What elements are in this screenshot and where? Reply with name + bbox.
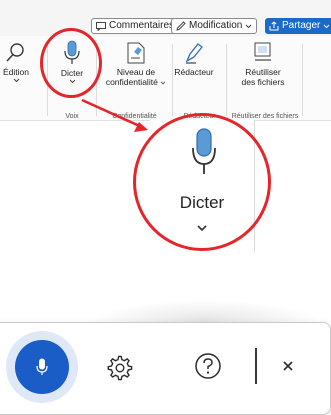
editor-icon	[185, 43, 203, 64]
editor-label: Rédacteur	[174, 67, 214, 77]
share-label: Partager	[282, 20, 321, 31]
modification-button[interactable]: Modification	[171, 18, 258, 34]
chevron-down-icon	[13, 78, 19, 83]
group-separator	[226, 44, 227, 116]
share-icon	[269, 21, 279, 31]
gear-icon[interactable]	[107, 355, 133, 381]
sensitivity-label-line2: confidentialité	[105, 77, 158, 87]
comments-button[interactable]: Commentaires	[91, 18, 180, 34]
group-separator	[302, 44, 303, 116]
reuse-files-icon	[254, 42, 271, 61]
comment-icon	[96, 21, 106, 31]
chevron-down-icon	[160, 81, 166, 85]
highlight-circle-small	[40, 28, 102, 98]
microphone-icon	[36, 358, 48, 375]
reuse-files-label-line1: Réutiliser	[245, 67, 281, 77]
reuse-files-label-line2: des fichiers	[241, 77, 285, 87]
pencil-icon	[176, 21, 186, 31]
chevron-down-icon	[324, 24, 330, 28]
reuse-files-button[interactable]: Réutiliser des fichiers	[228, 42, 298, 87]
edition-button[interactable]: Édition	[0, 42, 32, 83]
search-icon	[6, 43, 24, 62]
editor-button[interactable]: Rédacteur	[172, 42, 216, 77]
sensitivity-label-line1: Niveau de	[116, 67, 156, 77]
highlight-circle-large	[133, 113, 271, 251]
close-icon[interactable]	[281, 359, 295, 373]
group-separator	[172, 44, 173, 116]
chevron-down-icon	[246, 24, 252, 28]
help-icon[interactable]	[194, 352, 222, 380]
modification-label: Modification	[189, 20, 243, 31]
share-button[interactable]: Partager	[265, 18, 331, 34]
edition-label: Édition	[3, 67, 29, 77]
sensitivity-icon	[127, 42, 145, 64]
mic-button[interactable]	[15, 340, 69, 394]
comments-label: Commentaires	[109, 20, 175, 31]
toolbar-separator	[255, 348, 257, 384]
sensitivity-button[interactable]: Niveau de confidentialité	[98, 42, 174, 87]
group-reuse-label: Réutiliser des fichiers	[231, 113, 299, 120]
